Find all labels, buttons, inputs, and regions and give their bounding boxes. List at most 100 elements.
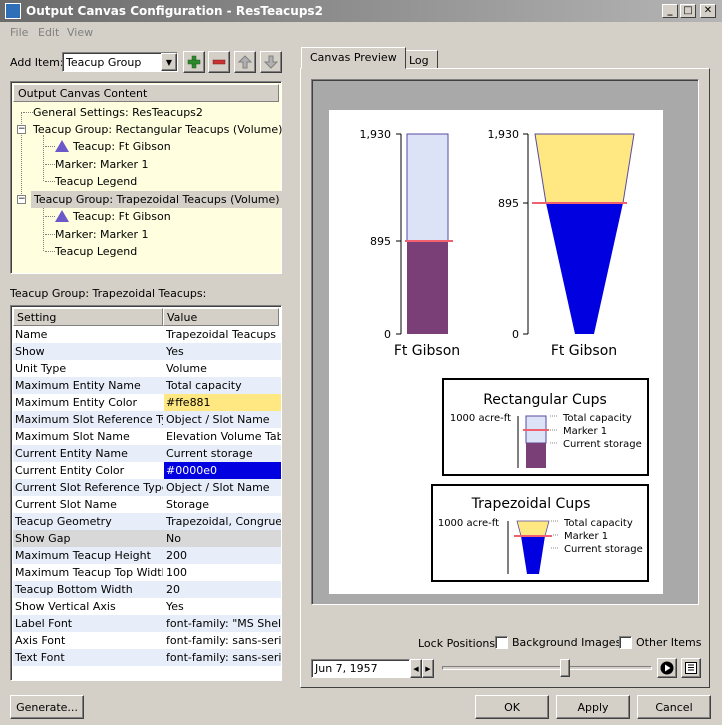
table-row[interactable]: Maximum Slot Reference TypeObject / Slot… [13,411,281,428]
minimize-button[interactable]: _ [662,4,678,18]
legend-rectangular: Rectangular Cups 1000 acre-ft Total capa… [442,378,649,476]
tab-canvas-preview[interactable]: Canvas Preview [301,47,406,69]
add-item-label: Add Item: [10,56,64,69]
generate-button[interactable]: Generate... [10,695,84,719]
table-row[interactable]: Show Yes [13,343,281,360]
setting-value[interactable]: Volume [164,360,281,377]
play-button[interactable] [657,658,677,678]
apply-button[interactable]: Apply [556,695,630,719]
checkbox-icon[interactable] [495,636,508,649]
table-row[interactable]: Show Gap No [13,530,281,547]
tree-item-rect-teacup[interactable]: Teacup: Ft Gibson [55,138,171,155]
setting-name: Name [15,328,48,341]
tree-item-trap-group[interactable]: Teacup Group: Trapezoidal Teacups (Volum… [31,191,283,208]
table-row[interactable]: Maximum Teacup Height 200 [13,547,281,564]
legend-trap-item-marker: Marker 1 [564,531,608,542]
menu-file[interactable]: File [10,26,28,39]
setting-value[interactable]: 20 [164,581,281,598]
setting-value[interactable]: font-family: "MS Shell… [164,615,281,632]
column-setting: Setting [13,308,163,326]
lock-other-checkbox[interactable]: Other Items [619,636,702,649]
table-row[interactable]: Name Trapezoidal Teacups [13,326,281,343]
table-row[interactable]: Label Font font-family: "MS Shell… [13,615,281,632]
tree-item-trap-teacup[interactable]: Teacup: Ft Gibson [55,208,171,225]
tree-item-rect-legend[interactable]: Teacup Legend [55,173,137,190]
move-up-button[interactable] [234,51,256,73]
setting-value[interactable]: Current storage [164,445,281,462]
setting-name: Text Font [15,651,65,664]
table-row[interactable]: Show Vertical Axis Yes [13,598,281,615]
table-row[interactable]: Maximum Slot Name Elevation Volume Table [13,428,281,445]
props-title: Teacup Group: Trapezoidal Teacups: [10,287,207,300]
table-row[interactable]: Current Slot Reference Type Object / Slot… [13,479,281,496]
canvas-content-tree: Output Canvas Content General Settings: … [10,81,283,274]
tree-item-rect-marker[interactable]: Marker: Marker 1 [55,156,149,173]
setting-value[interactable]: 200 [164,547,281,564]
ok-button[interactable]: OK [475,695,549,719]
setting-value[interactable]: Yes [164,343,281,360]
setting-value[interactable]: Object / Slot Name [164,411,281,428]
table-row[interactable]: Maximum Entity Name Total capacity [13,377,281,394]
lock-bg-checkbox[interactable]: Background Images [495,636,621,649]
setting-value[interactable]: No [164,530,281,547]
remove-button[interactable] [208,51,230,73]
date-next-button[interactable]: ▶ [422,659,434,678]
table-row[interactable]: Current Entity Name Current storage [13,445,281,462]
table-row[interactable]: Axis Font font-family: sans-serif; [13,632,281,649]
minus-icon [212,59,226,65]
cancel-button[interactable]: Cancel [637,695,711,719]
menu-view[interactable]: View [67,26,93,39]
setting-value[interactable]: Storage [164,496,281,513]
maximize-button[interactable]: □ [680,4,696,18]
tree-item-general-settings[interactable]: General Settings: ResTeacups2 [33,104,203,121]
table-row[interactable]: Text Font font-family: sans-serif; [13,649,281,666]
tree-item-trap-legend[interactable]: Teacup Legend [55,243,137,260]
collapse-icon[interactable]: − [17,195,26,204]
rect-axis-marker: 895 [370,235,391,248]
table-row[interactable]: Unit Type Volume [13,360,281,377]
timeline-slider-thumb[interactable] [560,659,570,677]
setting-value[interactable]: Trapezoidal Teacups [164,326,281,343]
tree-item-rect-group[interactable]: Teacup Group: Rectangular Teacups (Volum… [33,121,282,138]
setting-name: Maximum Entity Color [15,396,138,409]
date-prev-button[interactable]: ◀ [410,659,422,678]
arrow-down-icon [264,55,278,69]
setting-name: Maximum Slot Reference Type [15,413,163,426]
rect-axis-zero: 0 [384,328,391,341]
add-button[interactable] [183,51,205,73]
table-row[interactable]: Maximum Teacup Top Width 100 [13,564,281,581]
setting-value[interactable]: font-family: sans-serif; [164,649,281,666]
table-row[interactable]: Current Slot Name Storage [13,496,281,513]
move-down-button[interactable] [260,51,282,73]
log-button[interactable] [681,658,701,678]
table-row[interactable]: Teacup Geometry Trapezoidal, Congruent [13,513,281,530]
collapse-icon[interactable]: − [17,125,26,134]
table-row[interactable]: Teacup Bottom Width 20 [13,581,281,598]
setting-name: Maximum Teacup Height [15,549,151,562]
setting-value[interactable]: Elevation Volume Table [164,428,281,445]
setting-name: Show [15,345,45,358]
trap-teacup-label: Ft Gibson [551,343,617,359]
add-item-select[interactable]: Teacup Group ▼ [62,52,178,72]
chevron-down-icon[interactable]: ▼ [161,53,177,71]
setting-value[interactable]: 100 [164,564,281,581]
setting-value[interactable]: #0000e0 [164,462,281,479]
setting-value[interactable]: Trapezoidal, Congruent [164,513,281,530]
setting-name: Axis Font [15,634,66,647]
close-button[interactable]: ✕ [700,4,716,18]
setting-value[interactable]: Total capacity [164,377,281,394]
table-row[interactable]: Maximum Entity Color #ffe881 [13,394,281,411]
column-value: Value [163,308,279,326]
table-row[interactable]: Current Entity Color #0000e0 [13,462,281,479]
setting-value[interactable]: font-family: sans-serif; [164,632,281,649]
timeline-slider-track[interactable] [442,666,652,670]
checkbox-icon[interactable] [619,636,632,649]
tree-item-trap-marker[interactable]: Marker: Marker 1 [55,226,149,243]
setting-value[interactable]: Yes [164,598,281,615]
setting-name: Teacup Bottom Width [15,583,133,596]
arrow-up-icon [238,55,252,69]
setting-value[interactable]: Object / Slot Name [164,479,281,496]
setting-value[interactable]: #ffe881 [164,394,281,411]
date-field[interactable]: Jun 7, 1957 [311,659,410,678]
menu-edit[interactable]: Edit [38,26,59,39]
